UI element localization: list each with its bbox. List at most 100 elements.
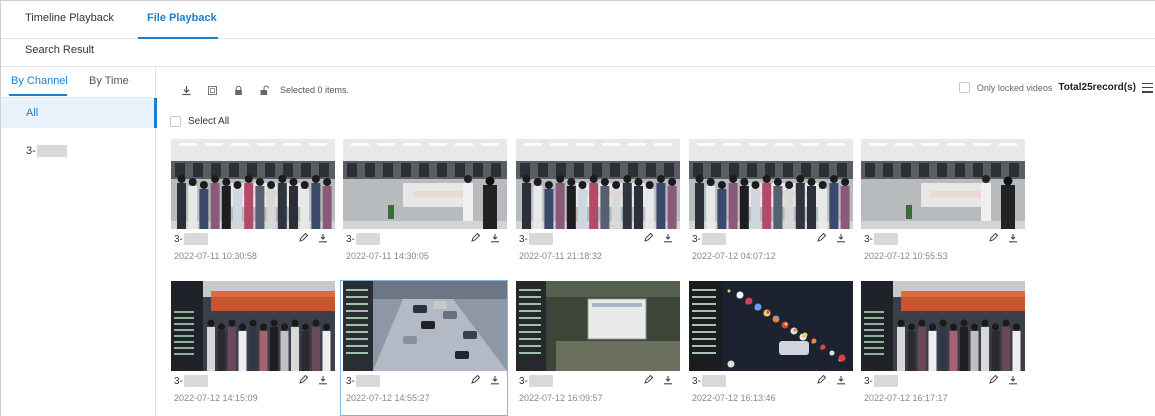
record-channel-label: 3- [346, 375, 355, 387]
video-thumbnail[interactable] [516, 281, 680, 371]
record-card[interactable]: 3- 2022-07-12 16:09:57 [514, 281, 680, 415]
redacted-channel-name [355, 375, 380, 387]
record-time: 2022-07-12 16:09:57 [519, 393, 603, 403]
redacted-channel-name [701, 375, 726, 387]
record-card[interactable]: 3- 2022-07-12 16:17:17 [859, 281, 1025, 415]
download-icon[interactable] [490, 233, 500, 243]
download-icon[interactable] [490, 375, 500, 385]
redacted-channel-name [528, 375, 553, 387]
record-channel-label: 3- [692, 233, 701, 245]
record-time: 2022-07-11 10:30:58 [174, 251, 257, 261]
download-icon[interactable] [180, 84, 192, 96]
divider [1, 66, 1155, 67]
download-icon[interactable] [836, 375, 846, 385]
record-channel: 3- [174, 233, 208, 245]
video-thumbnail[interactable] [171, 281, 335, 371]
tab-by-channel[interactable]: By Channel [11, 75, 68, 87]
right-tools: Only locked videos Total25record(s) [958, 82, 1153, 93]
edit-icon[interactable] [298, 374, 309, 385]
left-panel: By Channel By Time All 3- [1, 67, 157, 416]
record-channel-label: 3- [864, 375, 873, 387]
record-time: 2022-07-12 16:13:46 [692, 393, 776, 403]
redacted-channel-name [528, 233, 553, 245]
record-card[interactable]: 3- 2022-07-11 14:30:05 [341, 139, 507, 273]
only-locked-label: Only locked videos [976, 82, 1053, 93]
download-icon[interactable] [318, 375, 328, 385]
search-result-title: Search Result [25, 44, 95, 56]
unlock-icon[interactable] [258, 84, 270, 96]
record-time: 2022-07-12 14:55:27 [346, 393, 430, 403]
record-card[interactable]: 3- 2022-07-11 21:18:32 [514, 139, 680, 273]
download-icon[interactable] [1008, 375, 1018, 385]
select-all-checkbox[interactable] [170, 116, 181, 127]
record-channel: 3- [692, 233, 726, 245]
channel-item-label: All [26, 107, 39, 119]
edit-icon[interactable] [988, 232, 999, 243]
record-channel-label: 3- [692, 375, 701, 387]
video-thumbnail[interactable] [861, 139, 1025, 229]
select-all[interactable]: Select All [170, 116, 229, 127]
download-icon[interactable] [1008, 233, 1018, 243]
video-thumbnail[interactable] [516, 139, 680, 229]
video-thumbnail[interactable] [343, 281, 507, 371]
record-time: 2022-07-11 14:30:05 [346, 251, 429, 261]
channel-item[interactable]: 3- [26, 145, 67, 157]
redacted-channel-name [701, 233, 726, 245]
record-card[interactable]: 3- 2022-07-12 16:13:46 [687, 281, 853, 415]
download-icon[interactable] [663, 233, 673, 243]
record-time: 2022-07-11 21:18:32 [519, 251, 602, 261]
record-channel: 3- [346, 233, 380, 245]
download-icon[interactable] [318, 233, 328, 243]
record-time: 2022-07-12 04:07:12 [692, 251, 776, 261]
channel-item-label: 3- [26, 145, 36, 157]
active-tab-indicator [138, 37, 218, 39]
record-channel-label: 3- [864, 233, 873, 245]
record-card[interactable]: 3- 2022-07-11 10:30:58 [169, 139, 335, 273]
clip-icon[interactable] [206, 84, 218, 96]
video-thumbnail[interactable] [689, 139, 853, 229]
edit-icon[interactable] [816, 232, 827, 243]
video-thumbnail[interactable] [689, 281, 853, 371]
redacted-channel-name [873, 233, 898, 245]
video-thumbnail[interactable] [171, 139, 335, 229]
video-thumbnail[interactable] [343, 139, 507, 229]
tab-timeline-playback[interactable]: Timeline Playback [25, 7, 114, 45]
edit-icon[interactable] [470, 374, 481, 385]
lock-icon[interactable] [232, 84, 244, 96]
toolbar: Selected 0 items. [180, 83, 349, 97]
record-card[interactable]: 3- 2022-07-12 10:55:53 [859, 139, 1025, 273]
edit-icon[interactable] [470, 232, 481, 243]
video-thumbnail[interactable] [861, 281, 1025, 371]
edit-icon[interactable] [298, 232, 309, 243]
record-time: 2022-07-12 10:55:53 [864, 251, 948, 261]
redacted-channel-name [873, 375, 898, 387]
active-subtab-indicator [9, 94, 67, 96]
record-card[interactable]: 3- 2022-07-12 14:15:09 [169, 281, 335, 415]
download-icon[interactable] [663, 375, 673, 385]
channel-item-all[interactable]: All [1, 98, 157, 128]
record-channel-label: 3- [519, 375, 528, 387]
tab-by-time[interactable]: By Time [89, 75, 129, 87]
edit-icon[interactable] [643, 232, 654, 243]
top-tab-bar: Timeline Playback File Playback [1, 1, 1155, 39]
edit-icon[interactable] [643, 374, 654, 385]
record-card[interactable]: 3- 2022-07-12 14:55:27 [340, 280, 508, 416]
record-channel-label: 3- [346, 233, 355, 245]
record-card[interactable]: 3- 2022-07-12 04:07:12 [687, 139, 853, 273]
record-channel: 3- [519, 375, 553, 387]
record-channel-label: 3- [174, 375, 183, 387]
list-view-icon[interactable] [1142, 82, 1153, 93]
selected-count: Selected 0 items. [280, 85, 350, 95]
record-channel: 3- [864, 375, 898, 387]
edit-icon[interactable] [988, 374, 999, 385]
record-channel: 3- [174, 375, 208, 387]
record-channel: 3- [346, 375, 380, 387]
tab-file-playback[interactable]: File Playback [147, 7, 217, 45]
redacted-channel-name [355, 233, 380, 245]
download-icon[interactable] [836, 233, 846, 243]
redacted-channel-name [36, 145, 67, 157]
select-all-label: Select All [188, 116, 230, 127]
only-locked-checkbox[interactable] [958, 82, 970, 93]
edit-icon[interactable] [816, 374, 827, 385]
record-channel: 3- [519, 233, 553, 245]
